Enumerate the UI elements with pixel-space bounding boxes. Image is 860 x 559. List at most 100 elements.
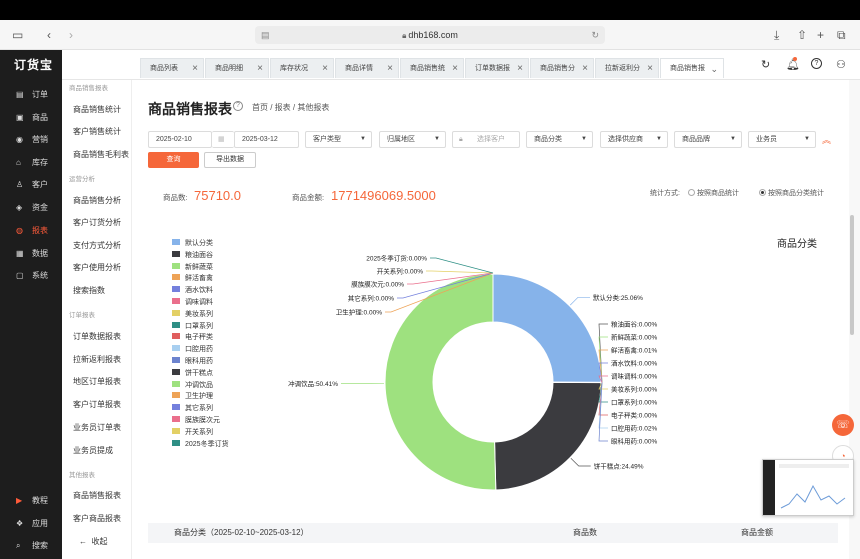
nav-bottom-label: 应用 — [32, 519, 48, 528]
subnav-item[interactable]: 商品销售统计 — [73, 104, 121, 115]
slice-label: 调味调料:0.00% — [611, 372, 657, 381]
share-icon[interactable]: ⇧ — [797, 28, 807, 42]
close-icon[interactable]: × — [322, 59, 328, 78]
close-icon[interactable]: × — [582, 59, 588, 78]
subnav-item[interactable]: 订单数据报表 — [73, 331, 121, 342]
page-icon: ▤ — [261, 30, 270, 40]
collapse-icon: ← — [79, 537, 87, 546]
tab-label: 库存状况 — [280, 65, 308, 72]
nav-item-label: 商品 — [32, 113, 48, 122]
tab-label: 商品销售统 — [410, 65, 445, 72]
tab-label: 商品销售分 — [540, 65, 575, 72]
label-leader-line — [570, 458, 591, 467]
preview-thumbnail[interactable] — [762, 459, 854, 516]
back-icon[interactable]: ‹ — [47, 28, 51, 42]
subnav-item[interactable]: 客户使用分析 — [73, 262, 121, 273]
nav-item-2[interactable]: ◉ 营销 — [0, 130, 62, 150]
notification-dot — [793, 57, 797, 61]
nav-item-4[interactable]: ♙ 客户 — [0, 175, 62, 195]
close-icon[interactable]: × — [517, 59, 523, 78]
slice-label: 冲调饮品:50.41% — [288, 379, 338, 388]
customer-service-icon[interactable]: ☏ — [832, 414, 854, 436]
close-icon[interactable]: × — [192, 59, 198, 78]
subnav-item[interactable]: 客户订单报表 — [73, 399, 121, 410]
tab-8[interactable]: 商品销售报 ⌄ — [660, 58, 724, 78]
close-icon[interactable]: × — [647, 59, 653, 78]
tab-5[interactable]: 订单数据报 × — [465, 58, 529, 78]
nav-bottom-label: 搜索 — [32, 541, 48, 550]
help-icon[interactable]: ? — [811, 58, 822, 69]
nav-bottom-1[interactable]: ❖ 应用 — [0, 514, 62, 534]
tab-overview-icon[interactable]: ⧉ — [837, 28, 846, 42]
nav-item-8[interactable]: ▢ 系统 — [0, 266, 62, 286]
subnav-item[interactable]: 业务员订单表 — [73, 422, 121, 433]
close-icon[interactable]: × — [257, 59, 263, 78]
nav-bottom-2[interactable]: ⌕ 搜索 — [0, 536, 62, 556]
close-icon[interactable]: × — [387, 59, 393, 78]
label-leader-line — [430, 257, 494, 274]
subnav-item[interactable]: 商品销售毛利表 — [73, 149, 129, 160]
donut-slice[interactable] — [494, 381, 602, 491]
subnav-item[interactable]: 商品销售分析 — [73, 195, 121, 206]
donut-chart: 默认分类:25.06% 饼干糕点:24.49% 粮油面谷:0.00% 新鲜蔬菜:0.0… — [288, 254, 657, 491]
nav-item-0[interactable]: ▤ 订单 — [0, 85, 62, 105]
tutorial-icon: ▶ — [16, 496, 23, 505]
sidebar-toggle-icon[interactable]: ▭ — [12, 28, 23, 42]
donut-slice[interactable] — [384, 273, 497, 491]
nav-item-label: 订单 — [32, 90, 48, 99]
tab-label: 拉新返利分 — [605, 65, 640, 72]
tab-4[interactable]: 商品销售统 × — [400, 58, 464, 78]
nav-item-6[interactable]: ◍ 报表 — [0, 221, 62, 241]
address-bar[interactable]: ▤ 🔒︎ dhb168.com ↻ — [255, 26, 605, 44]
subnav-item[interactable]: 搜索指数 — [73, 285, 105, 296]
nav-bottom-0[interactable]: ▶ 教程 — [0, 491, 62, 511]
tab-0[interactable]: 商品列表 × — [140, 58, 204, 78]
user-icon[interactable]: ⚇ — [836, 58, 846, 72]
donut-slice[interactable] — [492, 273, 602, 383]
subnav-heading: 订单报表 — [69, 312, 95, 319]
collapse-button[interactable]: ← 收起 — [79, 536, 107, 547]
download-icon[interactable]: ⤓ — [774, 28, 779, 42]
thumbnail-chart — [780, 484, 846, 509]
nav-item-label: 报表 — [32, 226, 48, 235]
slice-label: 鲜活畜禽:0.01% — [611, 346, 657, 355]
new-tab-icon[interactable]: + — [817, 28, 824, 42]
slice-label: 口腔用药:0.02% — [611, 424, 657, 433]
subnav-item[interactable]: 业务员提成 — [73, 445, 113, 456]
slice-label: 酒水饮料:0.00% — [611, 359, 657, 368]
nav-item-3[interactable]: ⌂ 库存 — [0, 153, 62, 173]
subnav-item[interactable]: 客户销售统计 — [73, 126, 121, 137]
tab-7[interactable]: 拉新返利分 × — [595, 58, 659, 78]
subnav-item[interactable]: 客户商品报表 — [73, 513, 121, 524]
subnav-item[interactable]: 地区订单报表 — [73, 376, 121, 387]
goods-icon: ▣ — [16, 113, 24, 122]
slice-label: 膜族膜次元:0.00% — [351, 280, 404, 289]
tab-2[interactable]: 库存状况 × — [270, 58, 334, 78]
label-leader-line — [426, 270, 494, 274]
tab-label: 商品明细 — [215, 65, 243, 72]
subnav-item[interactable]: 商品销售报表 — [73, 490, 121, 501]
chevron-down-icon[interactable]: ⌄ — [710, 59, 718, 78]
tab-strip: 商品列表 × 商品明细 × 库存状况 × 商品详情 × 商品销售统 × 订单数据报 × 商品销售分 × 拉新… — [140, 58, 725, 80]
nav-item-label: 系统 — [32, 271, 48, 280]
slice-label: 口罩系列:0.00% — [611, 398, 657, 407]
close-icon[interactable]: × — [452, 59, 458, 78]
label-leader-line — [569, 296, 591, 306]
refresh-icon[interactable]: ↻ — [761, 58, 770, 72]
tab-6[interactable]: 商品销售分 × — [530, 58, 594, 78]
table-header: 商品分类（2025-02-10~2025-03-12） 商品数 商品金额 — [148, 523, 838, 543]
tab-3[interactable]: 商品详情 × — [335, 58, 399, 78]
subnav-item[interactable]: 支付方式分析 — [73, 240, 121, 251]
nav-item-1[interactable]: ▣ 商品 — [0, 108, 62, 128]
tab-label: 商品销售报 — [670, 65, 705, 72]
main-content: 商品销售报表 ? 首页 / 报表 / 其他报表 2025-02-10 ▦ 202… — [137, 80, 849, 559]
subnav-item[interactable]: 客户订货分析 — [73, 217, 121, 228]
tab-1[interactable]: 商品明细 × — [205, 58, 269, 78]
subnav-item[interactable]: 拉新返利报表 — [73, 354, 121, 365]
app-logo[interactable]: 订货宝 — [0, 50, 62, 80]
forward-icon[interactable]: › — [69, 28, 73, 42]
nav-item-7[interactable]: ▦ 数据 — [0, 244, 62, 264]
nav-item-5[interactable]: ◈ 资金 — [0, 198, 62, 218]
scrollbar-thumb[interactable] — [850, 215, 854, 335]
reload-icon[interactable]: ↻ — [591, 26, 599, 44]
